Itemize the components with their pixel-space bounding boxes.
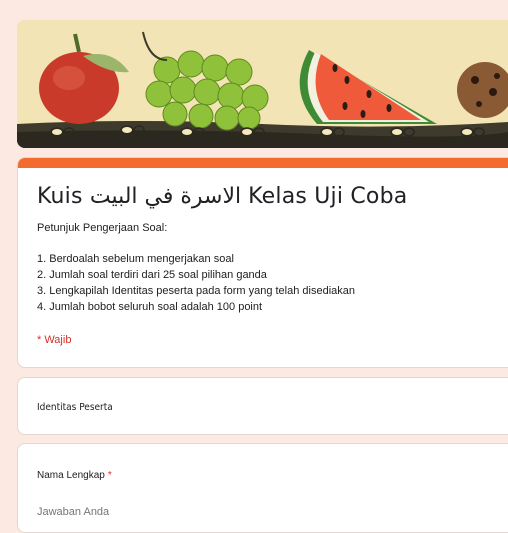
name-answer-input[interactable] — [37, 506, 257, 518]
banner-illustration — [17, 20, 508, 148]
section-card: Identitas Peserta — [17, 377, 508, 435]
instruction-item: 3. Lengkapilah Identitas peserta pada fo… — [37, 285, 355, 297]
header-banner — [17, 20, 508, 148]
section-title: Identitas Peserta — [37, 402, 113, 413]
instruction-item: 2. Jumlah soal terdiri dari 25 soal pili… — [37, 269, 267, 281]
instructions-list: 1. Berdoalah sebelum mengerjakan soal 2.… — [37, 251, 355, 315]
question-text: Nama Lengkap — [37, 470, 105, 481]
accent-bar — [18, 158, 508, 168]
form-title: Kuis الاسرة في البيت Kelas Uji Coba — [37, 184, 408, 209]
instruction-item: 1. Berdoalah sebelum mengerjakan soal — [37, 253, 234, 265]
instructions-heading: Petunjuk Pengerjaan Soal: — [37, 222, 168, 234]
form-header-card: Kuis الاسرة في البيت Kelas Uji Coba Petu… — [17, 157, 508, 368]
required-asterisk: * — [107, 470, 112, 481]
instruction-item: 4. Jumlah bobot seluruh soal adalah 100 … — [37, 301, 263, 313]
question-label: Nama Lengkap * — [37, 470, 112, 481]
required-note: * Wajib — [37, 334, 72, 346]
